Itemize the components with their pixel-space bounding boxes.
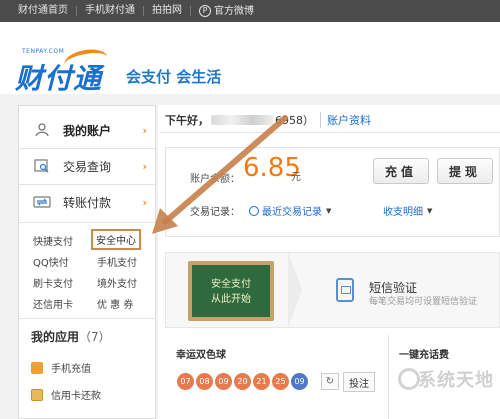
phone-recharge-title: 一键充话费 [399, 350, 449, 361]
transfer-icon [33, 194, 51, 210]
lottery-ball: 21 [253, 373, 270, 390]
divider [19, 318, 155, 319]
watermark: 系统天地 [418, 370, 494, 391]
my-apps-title: 我的应用（7） [31, 328, 111, 345]
lottery-balls: 07 08 09 20 21 25 09 [177, 373, 308, 390]
app-phone-recharge[interactable]: 手机充值 [31, 360, 91, 375]
chevron-right-icon: › [142, 123, 147, 137]
divider [19, 222, 155, 223]
promo-arrow-shape [288, 252, 302, 328]
recent-records-dropdown[interactable]: 最近交易记录 ▼ [249, 203, 331, 218]
recharge-button[interactable]: 充值 [373, 158, 429, 184]
lottery-ball: 07 [177, 373, 194, 390]
topnav-mobile-tenpay[interactable]: 手机财付通 [77, 6, 144, 16]
chevron-right-icon: › [142, 195, 147, 209]
clock-icon [249, 205, 259, 216]
sms-verify-desc: 每笔交易均可设置短信验证 [369, 297, 478, 307]
divider [160, 132, 500, 133]
lottery-ball: 25 [272, 373, 289, 390]
link-mobile-pay[interactable]: 手机支付 [97, 254, 137, 269]
greeting: 下午好， 6958） 账户资料 [165, 112, 371, 128]
link-qq-quickpay[interactable]: QQ快付 [33, 254, 69, 269]
topnav-paipai[interactable]: 拍拍网 [144, 6, 191, 16]
link-quick-pay[interactable]: 快捷支付 [33, 233, 73, 248]
lottery-ball: 08 [196, 373, 213, 390]
records-label: 交易记录： [190, 207, 240, 218]
app-credit-card-repay[interactable]: 信用卡还款 [31, 387, 101, 402]
sidebar-item-transfer[interactable]: 转账付款 › [19, 184, 155, 220]
sidebar-item-my-account[interactable]: 我的账户 › [19, 112, 155, 148]
weibo-icon: P [199, 5, 211, 17]
balance-unit: 元 [291, 172, 301, 183]
greeting-prefix: 下午好， [165, 114, 209, 127]
chalkboard-line2: 从此开始 [211, 294, 251, 305]
recent-records-label: 最近交易记录 [262, 207, 322, 218]
sidebar: 我的账户 › 交易查询 › 转账付款 › 快捷支付 安全中心 QQ快付 手机支付… [18, 105, 156, 419]
topnav-official-weibo[interactable]: P 官方微博 [191, 5, 262, 17]
lottery-ball: 20 [234, 373, 251, 390]
watermark-logo-icon [398, 368, 420, 390]
phone-recharge-icon [31, 361, 43, 374]
logo-slogan: 会支付 会生活 [126, 68, 222, 86]
account-info-link[interactable]: 账户资料 [320, 112, 371, 128]
bet-button[interactable]: 投注 [343, 372, 375, 392]
top-nav-bar: 财付通首页 手机财付通 拍拍网 P 官方微博 [0, 0, 500, 22]
caret-down-icon: ▼ [326, 206, 332, 215]
topnav-tenpay-home[interactable]: 财付通首页 [18, 6, 77, 16]
user-icon [33, 122, 51, 138]
chalkboard-image: 安全支付 从此开始 [188, 261, 274, 321]
greeting-account-suffix: 6958） [275, 114, 314, 127]
logo-domain: TENPAY.COM [22, 48, 65, 55]
sidebar-item-label: 交易查询 [63, 159, 112, 174]
lottery-ball-blue: 09 [291, 373, 308, 390]
link-security-center[interactable]: 安全中心 [91, 229, 141, 250]
lottery-title: 幸运双色球 [176, 350, 226, 361]
my-apps-label: 我的应用 [31, 330, 80, 344]
withdraw-button[interactable]: 提现 [437, 158, 493, 184]
tenpay-logo[interactable]: 财付通 [15, 57, 102, 97]
app-label: 手机充值 [51, 364, 91, 375]
link-card-pay[interactable]: 刷卡支付 [33, 275, 73, 290]
weibo-label: 官方微博 [214, 6, 254, 17]
refresh-icon[interactable]: ↻ [321, 373, 339, 390]
search-list-icon [33, 158, 51, 174]
sidebar-item-transaction-query[interactable]: 交易查询 › [19, 148, 155, 184]
link-credit-card-repay[interactable]: 还信用卡 [33, 296, 73, 311]
link-coupons[interactable]: 优 惠 券 [97, 296, 133, 311]
sms-phone-icon [336, 278, 354, 302]
lottery-ball: 09 [215, 373, 232, 390]
credit-card-icon [31, 388, 43, 401]
masked-username [211, 115, 273, 125]
sidebar-item-label: 转账付款 [63, 195, 112, 210]
link-overseas-pay[interactable]: 境外支付 [97, 275, 137, 290]
chevron-right-icon: › [142, 159, 147, 173]
header-logo-area: TENPAY.COM 财付通 会支付 会生活 [0, 22, 500, 97]
balance-label: 账户余额： [190, 174, 240, 185]
caret-down-icon: ▼ [427, 206, 433, 215]
chalkboard-line1: 安全支付 [211, 279, 251, 290]
sidebar-item-label: 我的账户 [63, 123, 112, 138]
income-detail-dropdown[interactable]: 收支明细 ▼ [383, 203, 433, 219]
divider [388, 335, 389, 419]
income-detail-label: 收支明细 [383, 207, 423, 218]
my-apps-count: （7） [79, 330, 111, 344]
app-label: 信用卡还款 [51, 391, 101, 402]
